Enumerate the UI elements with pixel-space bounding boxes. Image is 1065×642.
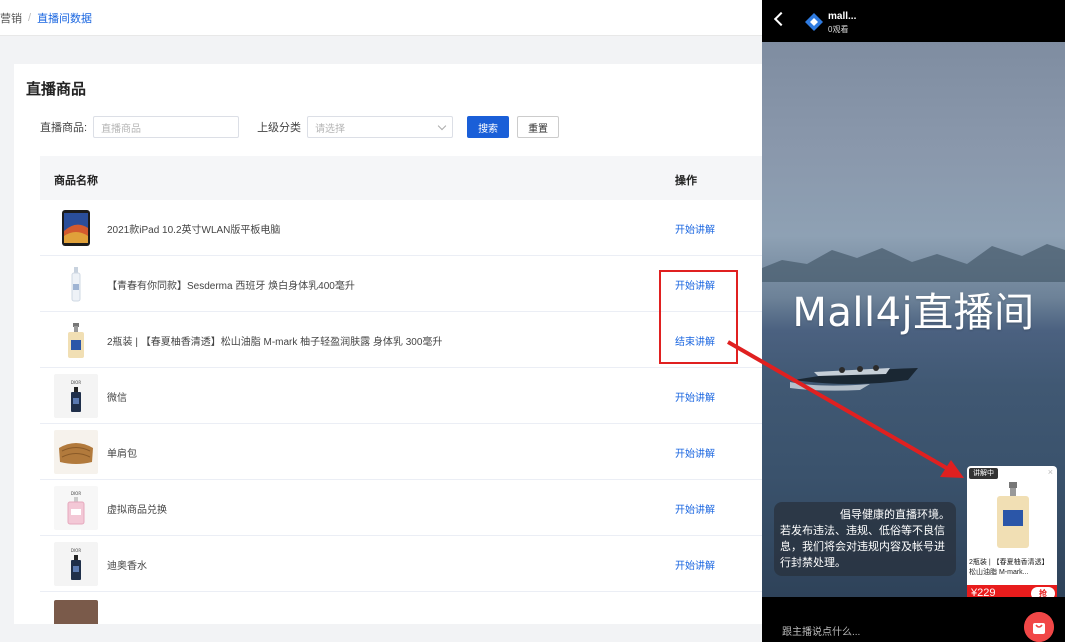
table-row: DIOR 微信 开始讲解 xyxy=(40,368,762,424)
start-explain-link[interactable]: 开始讲解 xyxy=(675,557,715,572)
svg-text:DIOR: DIOR xyxy=(71,548,81,553)
table-row xyxy=(40,592,762,624)
product-name: 微信 xyxy=(107,393,127,404)
notice-line: 行封禁处理。 xyxy=(780,557,846,569)
column-header-action: 操作 xyxy=(675,175,697,187)
product-filter-label: 直播商品: xyxy=(40,122,88,134)
notice-line: 息，我们将会对违规内容及帐号进 xyxy=(780,541,945,553)
start-explain-link[interactable]: 开始讲解 xyxy=(675,389,715,404)
start-explain-link[interactable]: 开始讲解 xyxy=(675,221,715,236)
table-header: 商品名称 操作 xyxy=(40,156,762,200)
category-select[interactable]: 请选择 xyxy=(307,116,454,138)
product-name: 2021款iPad 10.2英寸WLAN版平板电脑 xyxy=(107,225,281,236)
close-icon[interactable]: × xyxy=(1048,467,1053,477)
product-thumbnail xyxy=(54,262,98,306)
speedboat-image xyxy=(790,365,918,391)
chevron-down-icon xyxy=(437,121,447,130)
product-name: 单肩包 xyxy=(107,449,137,460)
mountain-silhouette xyxy=(762,244,1065,282)
product-name: 2瓶装 | 【春夏柚香清透】松山油脂 M-mark 柚子轻盈润肤露 身体乳 30… xyxy=(107,337,443,348)
streamer-name: mall... xyxy=(828,11,857,22)
mall4j-logo-icon xyxy=(805,13,823,31)
card-product-name: 2瓶装 | 【春夏柚香清透】松山油脂 M-mark... xyxy=(969,559,1049,576)
product-thumbnail xyxy=(54,318,98,362)
svg-text:DIOR: DIOR xyxy=(71,380,81,385)
start-explain-link[interactable]: 开始讲解 xyxy=(675,501,715,516)
breadcrumb-separator: / xyxy=(28,11,32,24)
filter-row: 直播商品: 直播商品 上级分类 请选择 搜索 重置 xyxy=(40,116,560,138)
column-header-name: 商品名称 xyxy=(54,175,98,187)
live-room-preview: mall... 0观看 Mall4j直播间 倡导健康的直播环境。 若发布违法、违… xyxy=(762,0,1065,642)
table-row: 2021款iPad 10.2英寸WLAN版平板电脑 开始讲解 xyxy=(40,200,762,256)
reset-button[interactable]: 重置 xyxy=(517,116,560,138)
highlight-box xyxy=(659,270,738,364)
breadcrumb-root[interactable]: 营销 xyxy=(0,10,22,26)
product-search-input[interactable]: 直播商品 xyxy=(93,116,240,138)
svg-text:DIOR: DIOR xyxy=(71,491,81,496)
table-row: 2瓶装 | 【春夏柚香清透】松山油脂 M-mark 柚子轻盈润肤露 身体乳 30… xyxy=(40,312,762,368)
live-footer: 跟主播说点什么... xyxy=(762,597,1065,642)
page-title: 直播商品 xyxy=(26,81,87,98)
product-thumbnail xyxy=(54,206,98,250)
view-count: 0观看 xyxy=(828,25,849,34)
category-select-value: 请选择 xyxy=(315,123,346,135)
breadcrumb: 营销 / 直播间数据 xyxy=(0,0,762,36)
table-row: 单肩包 开始讲解 xyxy=(40,424,762,480)
live-header: mall... 0观看 xyxy=(762,0,1065,42)
live-room-title: Mall4j直播间 xyxy=(792,290,1035,336)
live-notice: 倡导健康的直播环境。 若发布违法、违规、低俗等不良信 息，我们将会对违规内容及帐… xyxy=(774,502,956,576)
start-explain-link[interactable]: 开始讲解 xyxy=(675,445,715,460)
product-thumbnail xyxy=(54,430,98,474)
product-thumbnail: DIOR xyxy=(54,542,98,586)
breadcrumb-current[interactable]: 直播间数据 xyxy=(37,10,92,26)
search-button[interactable]: 搜索 xyxy=(467,116,510,138)
product-panel: 直播商品 直播商品: 直播商品 上级分类 请选择 搜索 重置 商品名称 操作 2… xyxy=(14,64,762,624)
table-row: DIOR 虚拟商品兑换 开始讲解 xyxy=(40,480,762,536)
explaining-product-card[interactable]: 讲解中 × 2瓶装 | 【春夏柚香清透】松山油脂 M-mark... ¥229 … xyxy=(967,466,1057,602)
table-row: 【青春有你同款】Sesderma 西班牙 焕白身体乳400毫升 开始讲解 xyxy=(40,256,762,312)
product-image xyxy=(997,482,1029,548)
shopping-bag-icon[interactable] xyxy=(1024,612,1054,642)
product-thumbnail: DIOR xyxy=(54,374,98,418)
product-name: 【青春有你同款】Sesderma 西班牙 焕白身体乳400毫升 xyxy=(107,281,355,292)
explaining-badge: 讲解中 xyxy=(969,468,998,479)
product-thumbnail xyxy=(54,600,98,624)
product-thumbnail: DIOR xyxy=(54,486,98,530)
product-name: 迪奥香水 xyxy=(107,561,147,572)
category-filter-label: 上级分类 xyxy=(257,122,302,134)
back-arrow-icon[interactable] xyxy=(773,11,789,27)
chat-input[interactable]: 跟主播说点什么... xyxy=(782,623,860,638)
notice-line: 倡导健康的直播环境。 xyxy=(840,509,950,521)
notice-line: 若发布违法、违规、低俗等不良信 xyxy=(780,525,945,537)
table-row: DIOR 迪奥香水 开始讲解 xyxy=(40,536,762,592)
product-name: 虚拟商品兑换 xyxy=(107,505,167,516)
